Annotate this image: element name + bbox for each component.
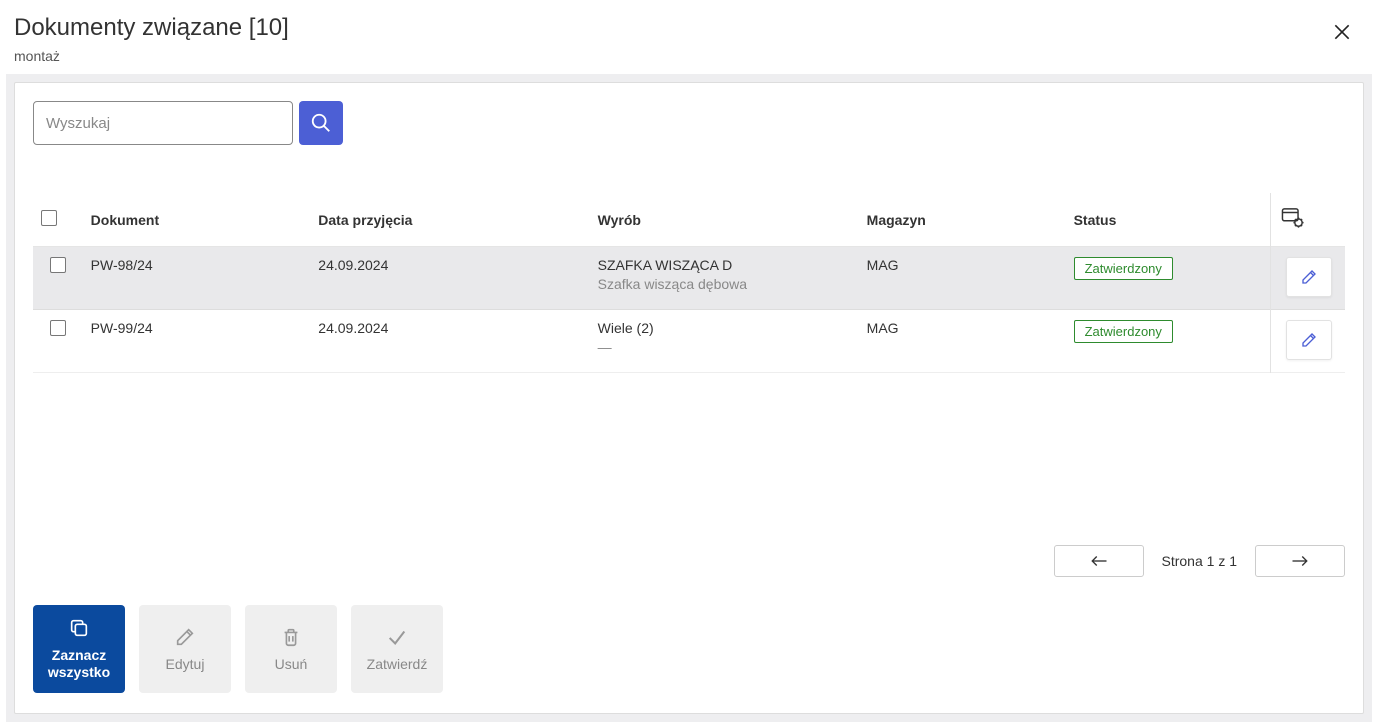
select-all-button[interactable]: Zaznacz wszystko: [33, 605, 125, 693]
approve-button[interactable]: Zatwierdź: [351, 605, 443, 693]
cell-warehouse: MAG: [859, 247, 1066, 310]
delete-button[interactable]: Usuń: [245, 605, 337, 693]
status-badge: Zatwierdzony: [1074, 257, 1173, 280]
pencil-icon: [174, 626, 196, 648]
status-badge: Zatwierdzony: [1074, 320, 1173, 343]
search-input[interactable]: [33, 101, 293, 145]
cell-product: Wiele (2) —: [590, 310, 859, 373]
row-checkbox[interactable]: [50, 257, 66, 273]
trash-icon: [280, 626, 302, 648]
close-button[interactable]: [1324, 14, 1360, 53]
cell-document: PW-99/24: [83, 310, 311, 373]
edit-row-button[interactable]: [1286, 257, 1332, 297]
table-row[interactable]: PW-98/24 24.09.2024 SZAFKA WISZĄCA D Sza…: [33, 247, 1345, 310]
row-checkbox[interactable]: [50, 320, 66, 336]
pencil-icon: [1300, 268, 1318, 286]
table-row[interactable]: PW-99/24 24.09.2024 Wiele (2) — MAG Zatw…: [33, 310, 1345, 373]
column-header-product[interactable]: Wyrób: [590, 193, 859, 247]
cell-document: PW-98/24: [83, 247, 311, 310]
select-all-label: Zaznacz wszystko: [48, 647, 110, 681]
select-all-checkbox[interactable]: [41, 210, 57, 226]
column-header-document[interactable]: Dokument: [83, 193, 311, 247]
column-header-status[interactable]: Status: [1066, 193, 1273, 247]
search-button[interactable]: [299, 101, 343, 145]
column-header-date[interactable]: Data przyjęcia: [310, 193, 589, 247]
edit-label: Edytuj: [166, 656, 205, 673]
table-settings-button[interactable]: [1273, 193, 1345, 247]
edit-row-button[interactable]: [1286, 320, 1332, 360]
copy-icon: [68, 617, 90, 639]
edit-button[interactable]: Edytuj: [139, 605, 231, 693]
cell-product: SZAFKA WISZĄCA D Szafka wisząca dębowa: [590, 247, 859, 310]
cell-warehouse: MAG: [859, 310, 1066, 373]
next-page-button[interactable]: [1255, 545, 1345, 577]
column-header-warehouse[interactable]: Magazyn: [859, 193, 1066, 247]
page-label: Strona 1 z 1: [1162, 553, 1238, 569]
cell-date: 24.09.2024: [310, 310, 589, 373]
approve-label: Zatwierdź: [367, 656, 428, 673]
page-title: Dokumenty związane [10]: [14, 14, 289, 42]
cell-date: 24.09.2024: [310, 247, 589, 310]
cell-status: Zatwierdzony: [1066, 247, 1273, 310]
cell-status: Zatwierdzony: [1066, 310, 1273, 373]
prev-page-button[interactable]: [1054, 545, 1144, 577]
search-icon: [310, 112, 332, 134]
delete-label: Usuń: [275, 656, 308, 673]
pencil-icon: [1300, 331, 1318, 349]
close-icon: [1332, 22, 1352, 42]
table-settings-icon: [1281, 207, 1305, 229]
check-icon: [386, 626, 408, 648]
arrow-right-icon: [1291, 554, 1309, 568]
arrow-left-icon: [1090, 554, 1108, 568]
page-subtitle: montaż: [14, 48, 289, 64]
